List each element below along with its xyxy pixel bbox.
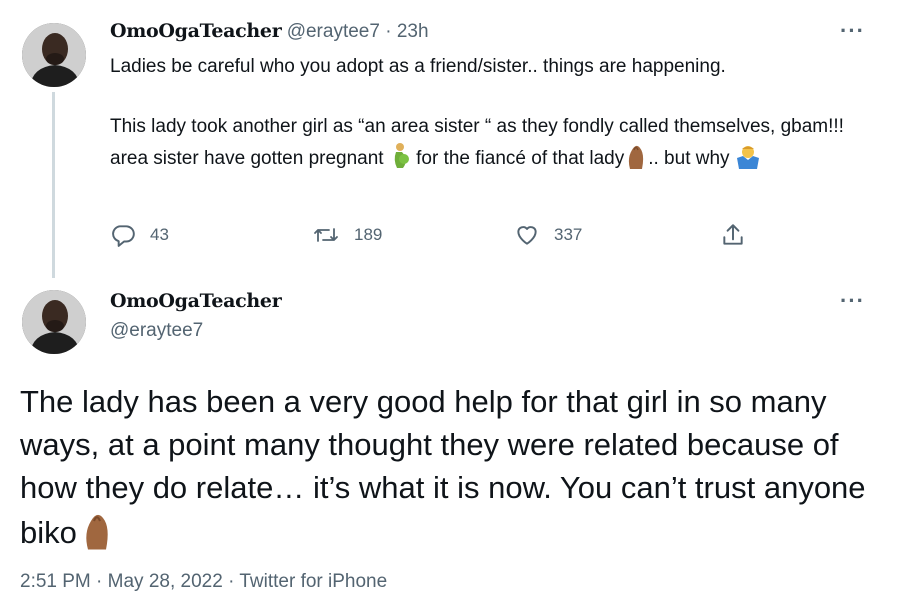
more-icon[interactable]: ···	[840, 288, 865, 314]
like-count: 337	[554, 225, 583, 244]
handle[interactable]: @eraytee7	[110, 320, 203, 342]
tweet-source[interactable]: Twitter for iPhone	[239, 571, 387, 592]
reply-count: 43	[150, 225, 169, 244]
tweet-date[interactable]: May 28, 2022	[108, 571, 223, 592]
display-name[interactable]: OmoOgaTeacher	[110, 290, 282, 312]
retweet-count: 189	[354, 225, 383, 244]
more-icon[interactable]: ···	[840, 18, 865, 44]
pregnant-woman-emoji	[389, 142, 411, 173]
timestamp[interactable]: 23h	[397, 21, 429, 42]
reply-action[interactable]: 43	[110, 220, 169, 250]
separator: ·	[228, 571, 235, 592]
retweet-action[interactable]: 189	[312, 220, 382, 250]
heart-icon[interactable]	[514, 222, 540, 248]
reply-icon[interactable]	[110, 222, 136, 248]
retweet-icon[interactable]	[312, 222, 340, 248]
share-icon[interactable]	[720, 222, 746, 248]
separator: ·	[385, 21, 392, 42]
pinched-fingers-emoji	[77, 509, 117, 551]
tweet-text: The lady has been a very good help for t…	[20, 384, 866, 551]
separator: ·	[96, 571, 103, 592]
avatar[interactable]	[22, 23, 86, 87]
avatar[interactable]	[22, 290, 86, 354]
tweet-text: Ladies be careful who you adopt as a fri…	[110, 52, 870, 174]
tweet-time[interactable]: 2:51 PM	[20, 571, 91, 592]
display-name[interactable]: OmoOgaTeacher	[110, 20, 282, 42]
share-action[interactable]	[720, 220, 746, 250]
like-action[interactable]: 337	[514, 220, 582, 250]
tweet-footer: 2:51 PM · May 28, 2022 · Twitter for iPh…	[20, 571, 387, 593]
tweet-header: OmoOgaTeacher @eraytee7 · 23h	[110, 20, 429, 43]
man-shrugging-emoji	[735, 143, 761, 173]
pinched-fingers-emoji	[624, 142, 648, 170]
thread-line	[52, 92, 55, 278]
handle[interactable]: @eraytee7	[287, 21, 380, 42]
